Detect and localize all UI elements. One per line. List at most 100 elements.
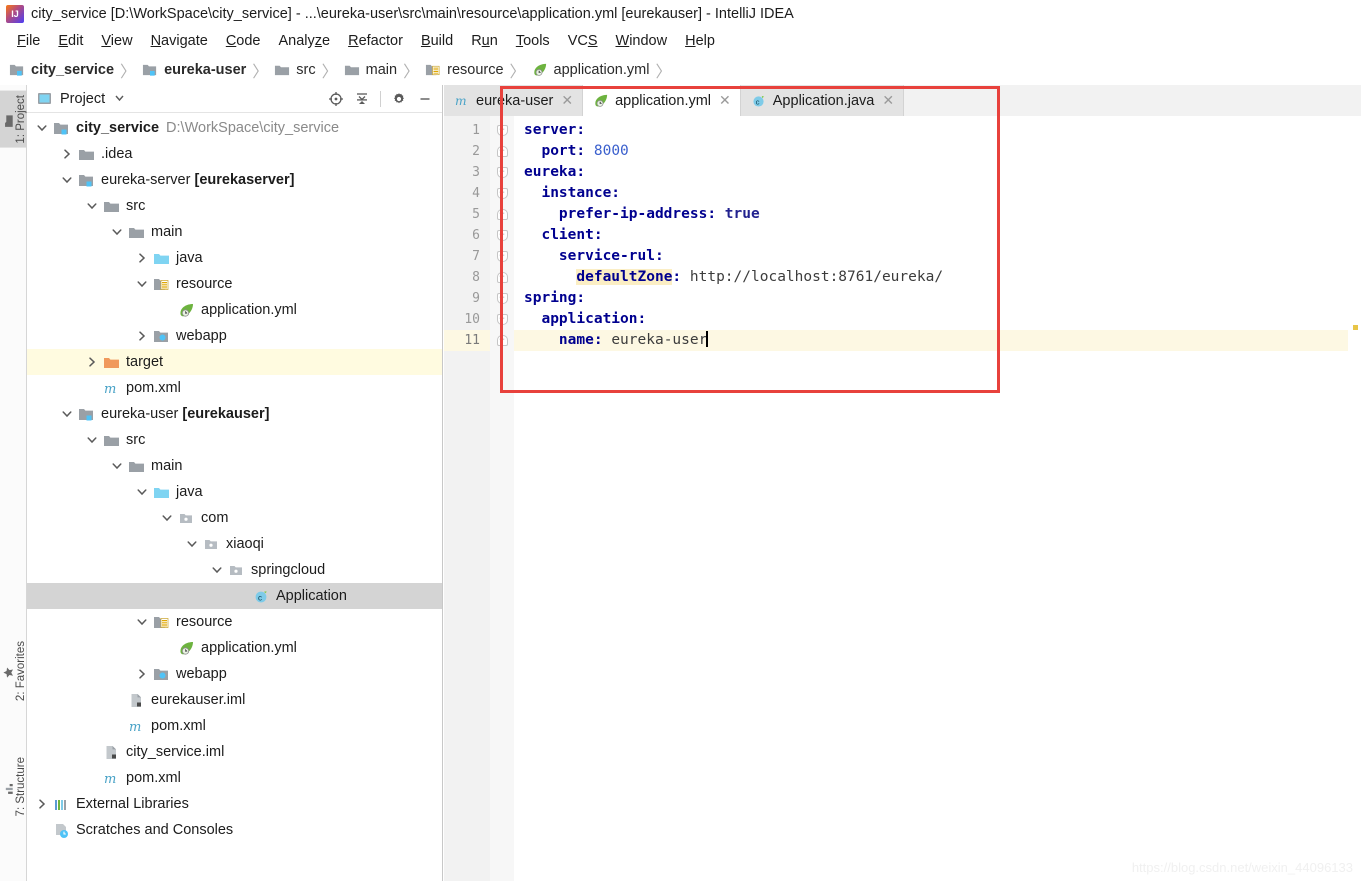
tree-row[interactable]: Scratches and Consoles [27, 817, 442, 843]
code-line[interactable]: server: [514, 120, 1361, 141]
tree-row[interactable]: city_service D:\WorkSpace\city_service [27, 115, 442, 141]
chevron-down-icon[interactable] [135, 277, 149, 291]
tree-row[interactable]: target [27, 349, 442, 375]
editor-tab-application-yml[interactable]: application.yml ✕ [583, 85, 741, 116]
code-line[interactable]: defaultZone: http://localhost:8761/eurek… [514, 267, 1361, 288]
code-line[interactable]: prefer-ip-address: true [514, 204, 1361, 225]
chevron-down-icon[interactable] [135, 615, 149, 629]
breadcrumb-item-resource[interactable]: resource [425, 62, 504, 78]
fold-end-icon[interactable]: − [496, 335, 508, 346]
code-line[interactable]: spring: [514, 288, 1361, 309]
close-icon[interactable]: ✕ [882, 92, 894, 109]
code-line[interactable]: application: [514, 309, 1361, 330]
tree-row[interactable]: java [27, 245, 442, 271]
tree-row[interactable]: xiaoqi [27, 531, 442, 557]
minimize-icon[interactable] [414, 89, 436, 109]
chevron-right-icon[interactable] [135, 667, 149, 681]
tree-row[interactable]: m pom.xml [27, 713, 442, 739]
tree-row[interactable]: application.yml [27, 297, 442, 323]
breadcrumb-item-application-yml[interactable]: application.yml [532, 62, 649, 78]
menu-item-tools[interactable]: Tools [507, 32, 559, 50]
menu-item-analyze[interactable]: Analyze [270, 32, 340, 50]
code-folding-gutter[interactable]: − − − − − − − − − − − [490, 116, 514, 881]
locate-icon[interactable] [325, 89, 347, 109]
chevron-down-icon[interactable] [60, 407, 74, 421]
chevron-right-icon[interactable] [60, 147, 74, 161]
fold-expanded-icon[interactable]: − [496, 251, 508, 262]
code-editor[interactable]: 1 2 3 4 5 6 7 8 9 10 11 − − − − − − − − − − − server: port: … [444, 116, 1361, 881]
menu-item-window[interactable]: Window [607, 32, 677, 50]
chevron-down-icon[interactable] [160, 511, 174, 525]
tree-row[interactable]: webapp [27, 323, 442, 349]
tree-row[interactable]: c Application [27, 583, 442, 609]
tree-row[interactable]: java [27, 479, 442, 505]
menu-item-help[interactable]: Help [676, 32, 724, 50]
chevron-down-icon[interactable] [60, 173, 74, 187]
menu-item-vcs[interactable]: VCS [559, 32, 607, 50]
tree-row[interactable]: main [27, 453, 442, 479]
chevron-right-icon[interactable] [135, 251, 149, 265]
tree-row[interactable]: m pom.xml [27, 765, 442, 791]
fold-expanded-icon[interactable]: − [496, 167, 508, 178]
tree-row[interactable]: src [27, 193, 442, 219]
tree-row[interactable]: eureka-server [eurekaserver] [27, 167, 442, 193]
tree-row[interactable]: main [27, 219, 442, 245]
close-icon[interactable]: ✕ [719, 92, 731, 109]
tree-row[interactable]: webapp [27, 661, 442, 687]
chevron-right-icon[interactable] [35, 797, 49, 811]
fold-expanded-icon[interactable]: − [496, 314, 508, 325]
fold-expanded-icon[interactable]: − [496, 125, 508, 136]
fold-expanded-icon[interactable]: − [496, 293, 508, 304]
chevron-down-icon[interactable] [35, 121, 49, 135]
tree-row[interactable]: resource [27, 271, 442, 297]
code-text[interactable]: server: port: 8000 eureka: instance: pref… [514, 116, 1361, 881]
code-line[interactable]: service-rul: [514, 246, 1361, 267]
menu-item-refactor[interactable]: Refactor [339, 32, 412, 50]
fold-end-icon[interactable]: − [496, 209, 508, 220]
tree-row[interactable]: com [27, 505, 442, 531]
project-tree[interactable]: city_service D:\WorkSpace\city_service .id… [27, 113, 442, 843]
stripe-button-7--structure[interactable]: 7: Structure [0, 753, 27, 820]
menu-item-navigate[interactable]: Navigate [142, 32, 217, 50]
menu-item-edit[interactable]: Edit [49, 32, 92, 50]
fold-end-icon[interactable]: − [496, 272, 508, 283]
tree-row[interactable]: .idea [27, 141, 442, 167]
fold-expanded-icon[interactable]: − [496, 230, 508, 241]
tree-row[interactable]: resource [27, 609, 442, 635]
fold-expanded-icon[interactable]: − [496, 188, 508, 199]
gear-icon[interactable] [388, 89, 410, 109]
menu-item-build[interactable]: Build [412, 32, 462, 50]
breadcrumb-item-main[interactable]: main [344, 62, 397, 78]
breadcrumb[interactable]: city_service 〉 eureka-user 〉 src 〉 main 〉 resour… [0, 55, 1361, 85]
fold-end-icon[interactable]: − [496, 146, 508, 157]
editor-tab-bar[interactable]: m eureka-user ✕ application.yml ✕ c Applicatio… [444, 85, 1361, 116]
tree-row[interactable]: src [27, 427, 442, 453]
chevron-down-icon[interactable] [85, 199, 99, 213]
breadcrumb-item-eureka-user[interactable]: eureka-user [142, 62, 246, 78]
tree-row[interactable]: External Libraries [27, 791, 442, 817]
tree-row[interactable]: eureka-user [eurekauser] [27, 401, 442, 427]
code-line[interactable]: port: 8000 [514, 141, 1361, 162]
tree-row[interactable]: city_service.iml [27, 739, 442, 765]
menu-bar[interactable]: File Edit View Navigate Code Analyze Refactor B… [0, 28, 1361, 53]
chevron-down-icon[interactable] [185, 537, 199, 551]
code-line[interactable]: instance: [514, 183, 1361, 204]
tree-row[interactable]: eurekauser.iml [27, 687, 442, 713]
code-line[interactable]: client: [514, 225, 1361, 246]
chevron-right-icon[interactable] [135, 329, 149, 343]
chevron-down-icon[interactable] [210, 563, 224, 577]
chevron-down-icon[interactable] [114, 90, 125, 108]
tree-row[interactable]: m pom.xml [27, 375, 442, 401]
code-line[interactable]: name: eureka-user [514, 330, 1361, 351]
editor-marker[interactable] [1353, 325, 1358, 330]
editor-tab-application-java[interactable]: c Application.java ✕ [740, 85, 905, 116]
chevron-down-icon[interactable] [110, 459, 124, 473]
tree-row[interactable]: springcloud [27, 557, 442, 583]
chevron-right-icon[interactable] [85, 355, 99, 369]
menu-item-run[interactable]: Run [462, 32, 507, 50]
breadcrumb-item-city-service[interactable]: city_service [9, 62, 114, 78]
tree-row[interactable]: application.yml [27, 635, 442, 661]
stripe-button-2--favorites[interactable]: 2: Favorites [0, 637, 27, 705]
chevron-down-icon[interactable] [135, 485, 149, 499]
chevron-down-icon[interactable] [85, 433, 99, 447]
